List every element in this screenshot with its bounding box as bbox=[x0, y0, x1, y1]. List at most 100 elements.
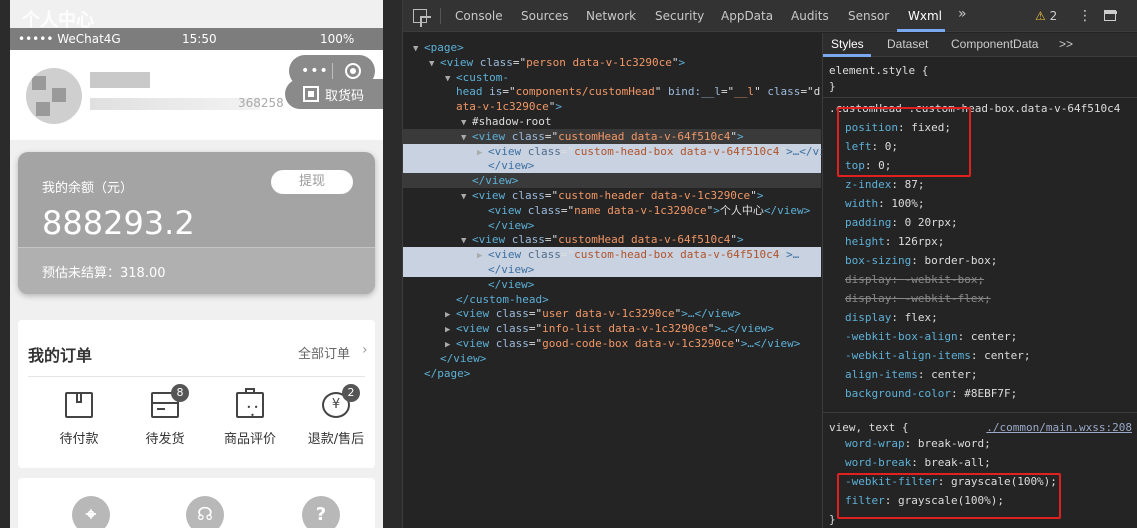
all-orders-link[interactable]: 全部订单 bbox=[298, 343, 350, 362]
tree-token: class bbox=[767, 85, 801, 99]
headset-icon[interactable]: ☊ bbox=[186, 496, 224, 528]
order-item-pending-payment[interactable]: 待付款 bbox=[39, 392, 119, 452]
tree-node[interactable]: ▶ <view class="good-code-box data-v-1c329… bbox=[403, 336, 821, 351]
styles-tabs: Styles Dataset ComponentData >> bbox=[823, 33, 1137, 57]
help-icon[interactable]: ? bbox=[302, 496, 340, 528]
tree-token: > bbox=[736, 129, 744, 143]
tree-token: </view> bbox=[488, 218, 535, 232]
property-name: width bbox=[845, 197, 879, 210]
tree-node[interactable]: </view> bbox=[403, 173, 821, 189]
tab-network[interactable]: Network bbox=[586, 9, 636, 23]
tab-audits[interactable]: Audits bbox=[791, 9, 829, 23]
tree-node[interactable]: </view> bbox=[403, 262, 821, 277]
style-declaration[interactable]: height: 126rpx; bbox=[845, 232, 944, 251]
dock-icon[interactable] bbox=[1104, 10, 1117, 21]
tree-token: =" bbox=[512, 55, 527, 69]
tab-appdata[interactable]: AppData bbox=[721, 9, 773, 23]
tree-node[interactable]: ▼ #shadow-root bbox=[403, 114, 821, 129]
style-token: : bbox=[891, 178, 905, 191]
property-value: 87; bbox=[904, 178, 925, 191]
tab-componentdata[interactable]: ComponentData bbox=[951, 37, 1038, 51]
tree-node[interactable]: </custom-head> bbox=[403, 292, 821, 307]
tree-node[interactable]: ▶ <view class="user data-v-1c3290ce">…</v… bbox=[403, 306, 821, 321]
tree-node[interactable]: ▼ <custom- bbox=[403, 70, 821, 85]
property-value: flex; bbox=[904, 311, 938, 324]
style-declaration[interactable]: display: -webkit-flex; bbox=[845, 289, 991, 308]
inspect-element-icon[interactable] bbox=[413, 9, 431, 27]
tree-node[interactable]: </view> bbox=[403, 277, 821, 292]
warnings-indicator[interactable]: ⚠ 2 bbox=[1035, 9, 1057, 23]
style-declaration[interactable]: display: flex; bbox=[845, 308, 938, 327]
property-name: align-items bbox=[845, 368, 918, 381]
avatar[interactable] bbox=[26, 68, 82, 124]
style-token: : bbox=[950, 387, 965, 400]
tree-token: >…</view> bbox=[740, 337, 801, 350]
carrier-text: ••••• WeChat4G bbox=[18, 32, 121, 46]
style-declaration[interactable]: box-sizing: border-box; bbox=[845, 251, 997, 270]
style-declaration[interactable]: width: 100%; bbox=[845, 194, 925, 213]
tab-styles[interactable]: Styles bbox=[831, 37, 864, 51]
element-style-rule: element.style { bbox=[829, 61, 928, 80]
tab-sensor[interactable]: Sensor bbox=[848, 9, 889, 23]
tree-token: <view bbox=[456, 337, 496, 350]
tree-node[interactable]: </view> bbox=[403, 218, 821, 233]
order-item-refund[interactable]: ¥ 2 退款/售后 bbox=[296, 384, 376, 452]
warning-count: 2 bbox=[1049, 9, 1058, 23]
time-text: 15:50 bbox=[182, 32, 217, 46]
style-declaration[interactable]: background-color: #8EBF7F; bbox=[845, 384, 1017, 403]
balance-footer: 预估未结算：318.00 bbox=[18, 247, 375, 294]
more-icon[interactable]: ••• bbox=[301, 63, 329, 79]
source-link[interactable]: ./common/main.wxss:208 bbox=[986, 418, 1132, 437]
style-declaration[interactable]: align-items: center; bbox=[845, 365, 977, 384]
tree-token: </view> bbox=[440, 351, 487, 365]
tab-console[interactable]: Console bbox=[455, 9, 503, 23]
rule-selector: view, text { bbox=[829, 421, 909, 434]
active-tab-indicator bbox=[823, 54, 871, 57]
location-icon[interactable]: ⌖ bbox=[72, 496, 110, 528]
tab-wxml[interactable]: Wxml bbox=[908, 9, 942, 23]
order-item-review[interactable]: • • • 商品评价 bbox=[210, 388, 290, 452]
more-tabs-icon[interactable]: >> bbox=[1059, 37, 1073, 51]
close-icon[interactable] bbox=[345, 63, 361, 79]
tree-node[interactable]: ▶ <view class="custom-head-box data-v-64f… bbox=[403, 143, 846, 159]
style-declaration[interactable]: -webkit-align-items: center; bbox=[845, 346, 1030, 365]
tree-token: > bbox=[678, 55, 686, 69]
tree-node[interactable]: ▼ <view class="custom-header data-v-1c329… bbox=[403, 188, 821, 203]
style-declaration[interactable]: z-index: 87; bbox=[845, 175, 924, 194]
orders-title: 我的订单 bbox=[28, 346, 93, 365]
pickup-code-button[interactable]: 取货码 bbox=[285, 79, 383, 109]
style-declaration[interactable]: -webkit-box-align: center; bbox=[845, 327, 1017, 346]
tree-token: > bbox=[756, 189, 764, 202]
tab-sources[interactable]: Sources bbox=[521, 9, 568, 23]
tree-node[interactable]: </view> bbox=[403, 351, 821, 366]
tree-token: =" bbox=[528, 322, 543, 336]
tree-token: <view bbox=[472, 233, 512, 247]
style-declaration[interactable]: word-break: break-all; bbox=[845, 453, 991, 472]
tree-token: <view bbox=[472, 189, 512, 202]
order-item-pending-shipment[interactable]: 8 待发货 bbox=[125, 384, 205, 452]
tree-node[interactable]: ▼ <view class="customHead data-v-64f510c4… bbox=[403, 232, 821, 247]
tab-security[interactable]: Security bbox=[655, 9, 704, 23]
tab-dataset[interactable]: Dataset bbox=[887, 37, 928, 51]
withdraw-button[interactable]: 提现 bbox=[271, 170, 353, 194]
tree-node[interactable]: </view> bbox=[403, 158, 821, 174]
tree-node[interactable]: ▼ <view class="person data-v-1c3290ce"> bbox=[403, 55, 821, 70]
tree-node[interactable]: </page> bbox=[403, 366, 821, 381]
tree-node[interactable]: ▼ <view class="customHead data-v-64f510c4… bbox=[403, 128, 821, 144]
tree-token: >… bbox=[786, 248, 800, 262]
chevron-right-icon[interactable]: › bbox=[362, 342, 368, 358]
tree-node[interactable]: head is="components/customHead" bind:__l… bbox=[403, 84, 821, 99]
kebab-menu-icon[interactable]: ⋮ bbox=[1078, 8, 1092, 24]
tree-token: class bbox=[495, 322, 529, 336]
tree-node[interactable]: <view class="name data-v-1c3290ce">个人中心<… bbox=[403, 203, 821, 218]
style-declaration[interactable]: word-wrap: break-word; bbox=[845, 434, 991, 453]
tree-token: =" bbox=[544, 233, 559, 247]
tree-token: head bbox=[456, 85, 490, 99]
tree-node[interactable]: ▶ <view class="custom-head-box data-v-64f… bbox=[403, 247, 821, 263]
tree-node[interactable]: ▼ <page> bbox=[403, 40, 821, 55]
style-declaration[interactable]: display: -webkit-box; bbox=[845, 270, 984, 289]
more-tabs-icon[interactable]: » bbox=[958, 6, 967, 22]
tree-node[interactable]: ata-v-1c3290ce"> bbox=[403, 99, 821, 114]
tree-node[interactable]: ▶ <view class="info-list data-v-1c3290ce"… bbox=[403, 321, 821, 336]
style-declaration[interactable]: padding: 0 20rpx; bbox=[845, 213, 958, 232]
